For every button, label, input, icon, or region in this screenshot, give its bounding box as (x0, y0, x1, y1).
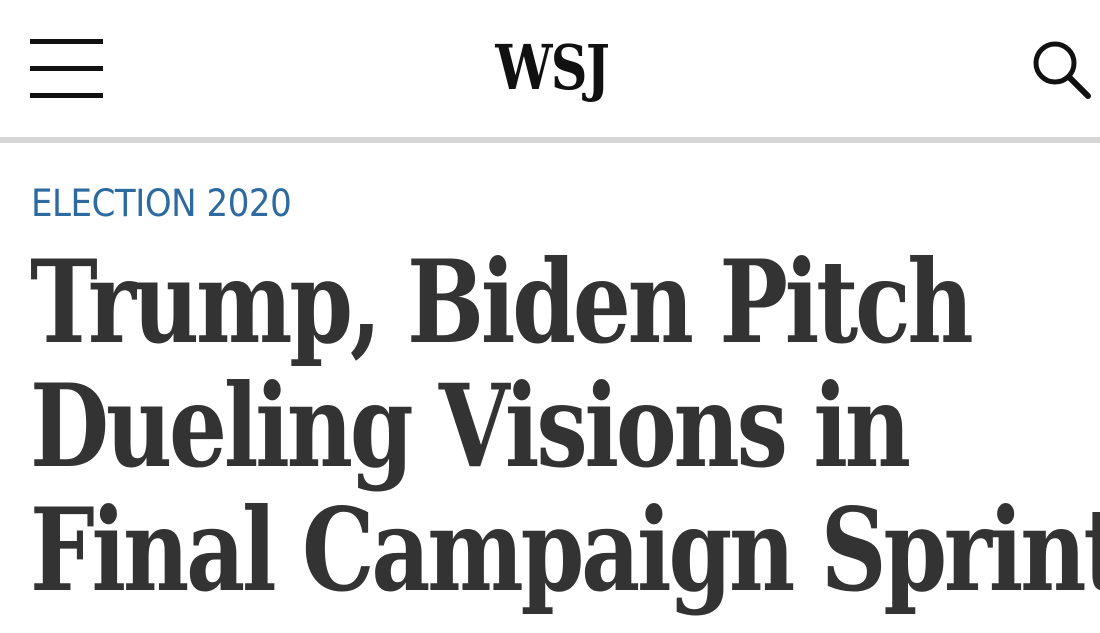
headline-line-1: Trump, Biden Pitch (30, 235, 974, 369)
search-button[interactable] (1022, 30, 1098, 106)
article-page: WSJ ELECTION 2020 Trump, Biden Pitch Due… (0, 0, 1100, 633)
hamburger-menu-icon-bar (30, 66, 103, 71)
hamburger-menu-icon-bar (30, 93, 103, 98)
article-headline: Trump, Biden Pitch Dueling Visions in Fi… (30, 240, 1100, 612)
headline-line-3: Final Campaign Sprint (30, 483, 1100, 617)
search-icon (1033, 41, 1091, 99)
menu-button[interactable] (22, 30, 112, 108)
top-navigation-bar: WSJ (0, 0, 1100, 138)
wsj-logo[interactable]: WSJ (101, 26, 1003, 110)
hamburger-menu-icon (30, 39, 103, 44)
headline-line-2: Dueling Visions in (30, 359, 911, 493)
header-divider (0, 137, 1100, 143)
section-label[interactable]: ELECTION 2020 (31, 180, 292, 228)
